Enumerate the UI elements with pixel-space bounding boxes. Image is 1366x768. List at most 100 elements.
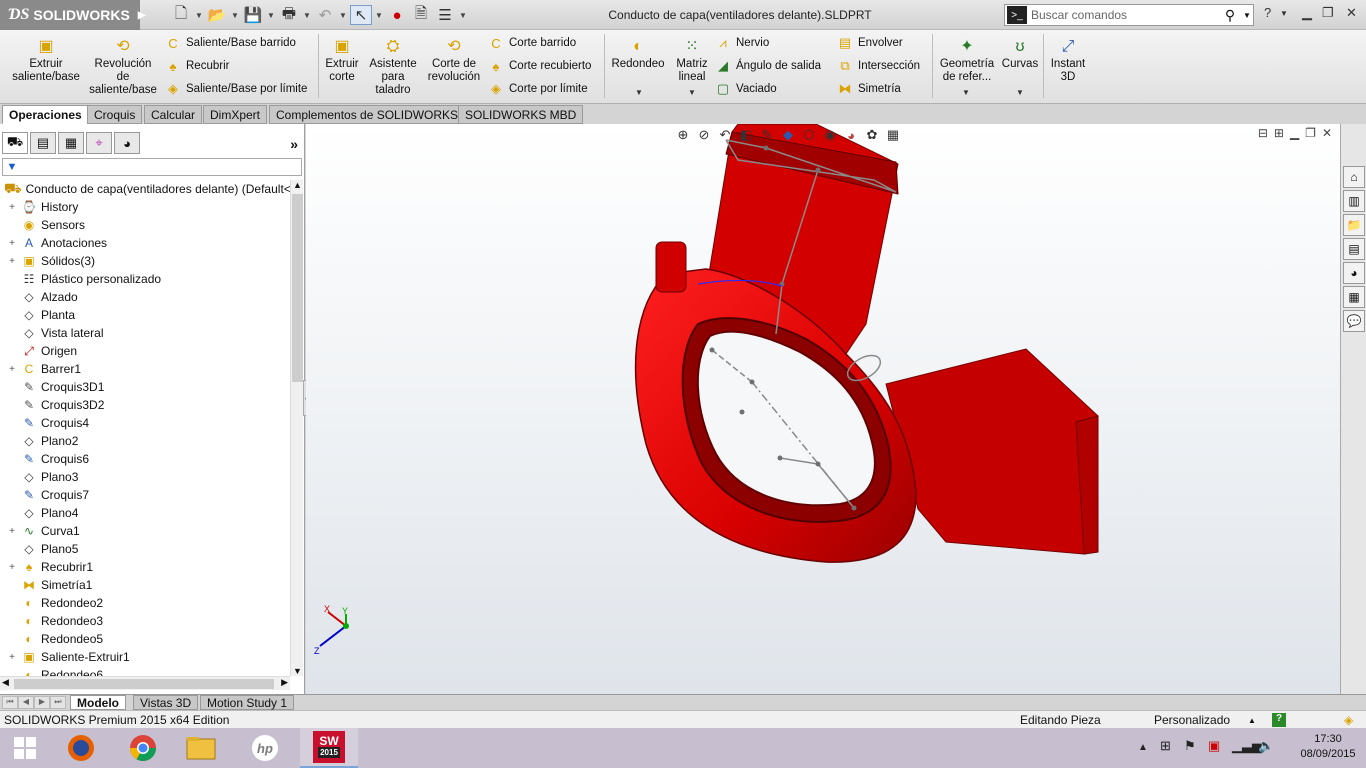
tree-item[interactable]: ◉ Sensors	[0, 216, 290, 234]
tree-item[interactable]: + ⌚ History	[0, 198, 290, 216]
tree-item[interactable]: ◐ Redondeo2	[0, 594, 290, 612]
tree-item[interactable]: ✎ Croquis4	[0, 414, 290, 432]
tree-item[interactable]: ◇ Alzado	[0, 288, 290, 306]
tree-item[interactable]: ⧓ Simetría1	[0, 576, 290, 594]
tree-item[interactable]: ◇ Plano5	[0, 540, 290, 558]
tree-item[interactable]: ◇ Plano3	[0, 468, 290, 486]
new-dropdown-icon[interactable]: ▼	[194, 11, 204, 20]
viewport-split-icon[interactable]: ⊞	[1274, 126, 1284, 140]
recubrir-button[interactable]: ♠ Recubrir	[164, 56, 230, 76]
corte-recubierto-button[interactable]: ♠ Corte recubierto	[487, 56, 592, 76]
firefox-taskbar-button[interactable]	[52, 728, 110, 768]
flag-icon[interactable]: ⚑	[1184, 738, 1196, 754]
expand-icon[interactable]: +	[6, 652, 18, 663]
tree-item[interactable]: + ∿ Curva1	[0, 522, 290, 540]
tree-item[interactable]: + ▣ Sólidos(3)	[0, 252, 290, 270]
view-orientation-icon[interactable]: ◆	[779, 126, 797, 144]
tree-root[interactable]: ⛟ Conducto de capa(ventiladores delante)…	[4, 180, 291, 198]
open-folder-icon[interactable]: 📂	[206, 5, 228, 25]
start-button[interactable]	[0, 728, 50, 768]
tree-item[interactable]: + A Anotaciones	[0, 234, 290, 252]
panel-expand-icon[interactable]: »	[290, 136, 298, 152]
tree-item[interactable]: ◇ Plano4	[0, 504, 290, 522]
tree-item[interactable]: + ▣ Saliente-Extruir1	[0, 648, 290, 666]
undo-dropdown-icon[interactable]: ▼	[338, 11, 348, 20]
chrome-taskbar-button[interactable]	[114, 728, 172, 768]
tree-item[interactable]: ✎ Croquis3D1	[0, 378, 290, 396]
section-view-icon[interactable]: ◧	[737, 126, 755, 144]
print-icon[interactable]: 🖶	[278, 5, 300, 25]
expand-icon[interactable]: +	[6, 256, 18, 267]
redondeo-dropdown-icon[interactable]: ▼	[635, 88, 643, 97]
tree-item[interactable]: ⤢ Origen	[0, 342, 290, 360]
scroll-up-icon[interactable]: ▲	[291, 180, 304, 190]
tree-item[interactable]: ◇ Plano2	[0, 432, 290, 450]
tree-item[interactable]: ◇ Planta	[0, 306, 290, 324]
curvas-button[interactable]: ʊ Curvas	[1000, 36, 1040, 71]
file-explorer-taskbar-button[interactable]	[172, 728, 230, 768]
show-hidden-icons[interactable]: ▲	[1138, 742, 1148, 753]
prev-tab-icon[interactable]: ◀	[18, 696, 34, 709]
tree-vertical-scrollbar[interactable]: ▲ ▼	[290, 180, 303, 676]
view-palette-icon[interactable]: ▤	[1343, 238, 1365, 260]
extruir-corte-button[interactable]: ▣ Extruir corte	[322, 36, 362, 84]
tab-solidworks-mbd[interactable]: SOLIDWORKS MBD	[458, 105, 584, 124]
matriz-dropdown-icon[interactable]: ▼	[688, 88, 696, 97]
design-library-icon[interactable]: ▥	[1343, 190, 1365, 212]
tab-operaciones[interactable]: Operaciones	[2, 105, 89, 124]
next-tab-icon[interactable]: ▶	[34, 696, 50, 709]
search-dropdown-icon[interactable]: ▼	[1243, 11, 1253, 20]
simetria-button[interactable]: ⧓ Simetría	[836, 79, 901, 99]
tree-item[interactable]: ✎ Croquis7	[0, 486, 290, 504]
options-icon[interactable]: ☰	[434, 5, 456, 25]
property-manager-tab-icon[interactable]: ▤	[30, 132, 56, 154]
tree-item[interactable]: ◇ Vista lateral	[0, 324, 290, 342]
file-properties-icon[interactable]: 🗎	[410, 5, 432, 25]
tab-dimxpert[interactable]: DimXpert	[203, 105, 268, 124]
rebuild-status-icon[interactable]: ◈	[1344, 713, 1353, 727]
tab-modelo[interactable]: Modelo	[70, 695, 126, 710]
corte-barrido-button[interactable]: C Corte barrido	[487, 33, 576, 53]
solidworks-taskbar-button[interactable]: SW 2015	[300, 728, 358, 768]
scroll-thumb[interactable]	[292, 194, 303, 382]
corte-limite-button[interactable]: ◈ Corte por límite	[487, 79, 588, 99]
viewport-minimize-icon[interactable]: ▁	[1290, 126, 1299, 140]
units-dropdown-icon[interactable]: ▲	[1248, 716, 1256, 725]
instant3d-button[interactable]: ⤢ Instant 3D	[1046, 36, 1090, 84]
expand-icon[interactable]: +	[6, 364, 18, 375]
help-dropdown-icon[interactable]: ▼	[1280, 9, 1288, 18]
edit-appearance-icon[interactable]: ◕	[842, 126, 860, 144]
tree-horizontal-scrollbar[interactable]: ◀ ▶	[0, 676, 290, 690]
new-document-icon[interactable]: 🗋	[170, 5, 192, 25]
tab-complementos[interactable]: Complementos de SOLIDWORKS	[269, 105, 466, 124]
tab-motion-study[interactable]: Motion Study 1	[200, 695, 295, 710]
apply-scene-icon[interactable]: ✿	[863, 126, 881, 144]
tree-item[interactable]: ◐ Redondeo5	[0, 630, 290, 648]
tree-item[interactable]: ☷ Plástico personalizado	[0, 270, 290, 288]
graphics-area[interactable]: X Y Z ⊕ ⊘ ↶ ◧ ✎ ◆ ⬡ ◉ ◕ ✿ ▦ ⊟ ⊞ ▁ ❐ ✕	[306, 124, 1340, 694]
viewport-restore-icon[interactable]: ❐	[1305, 126, 1316, 140]
tree-item[interactable]: + ♠ Recubrir1	[0, 558, 290, 576]
asistente-taladro-button[interactable]: ⛭ Asistente para taladro	[366, 36, 420, 97]
corte-revolucion-button[interactable]: ⟲ Corte de revolución	[424, 36, 484, 84]
viewport-close-icon[interactable]: ✕	[1322, 126, 1332, 140]
tab-calcular[interactable]: Calcular	[144, 105, 203, 124]
tree-item[interactable]: + C Barrer1	[0, 360, 290, 378]
vaciado-button[interactable]: ▢ Vaciado	[714, 79, 777, 99]
custom-properties-icon[interactable]: ▦	[1343, 286, 1365, 308]
nervio-button[interactable]: ⩘ Nervio	[714, 33, 769, 53]
geometria-referencia-button[interactable]: ✦ Geometría de refer...	[936, 36, 998, 84]
saliente-barrido-button[interactable]: C Saliente/Base barrido	[164, 33, 296, 53]
antivirus-icon[interactable]: ▣	[1208, 738, 1220, 754]
feature-manager-tab-icon[interactable]: ⛟	[2, 132, 28, 154]
display-style-icon[interactable]: ⬡	[800, 126, 818, 144]
hide-show-items-icon[interactable]: ◉	[821, 126, 839, 144]
help-icon[interactable]: ?	[1264, 5, 1271, 20]
envolver-button[interactable]: ▤ Envolver	[836, 33, 903, 53]
display-manager-tab-icon[interactable]: ◕	[114, 132, 140, 154]
windows-tray-icon[interactable]: ⊞	[1160, 738, 1171, 754]
scroll-left-icon[interactable]: ◀	[2, 677, 9, 688]
undo-icon[interactable]: ↶	[314, 5, 336, 25]
tree-item[interactable]: ◐ Redondeo3	[0, 612, 290, 630]
save-icon[interactable]: 💾	[242, 5, 264, 25]
